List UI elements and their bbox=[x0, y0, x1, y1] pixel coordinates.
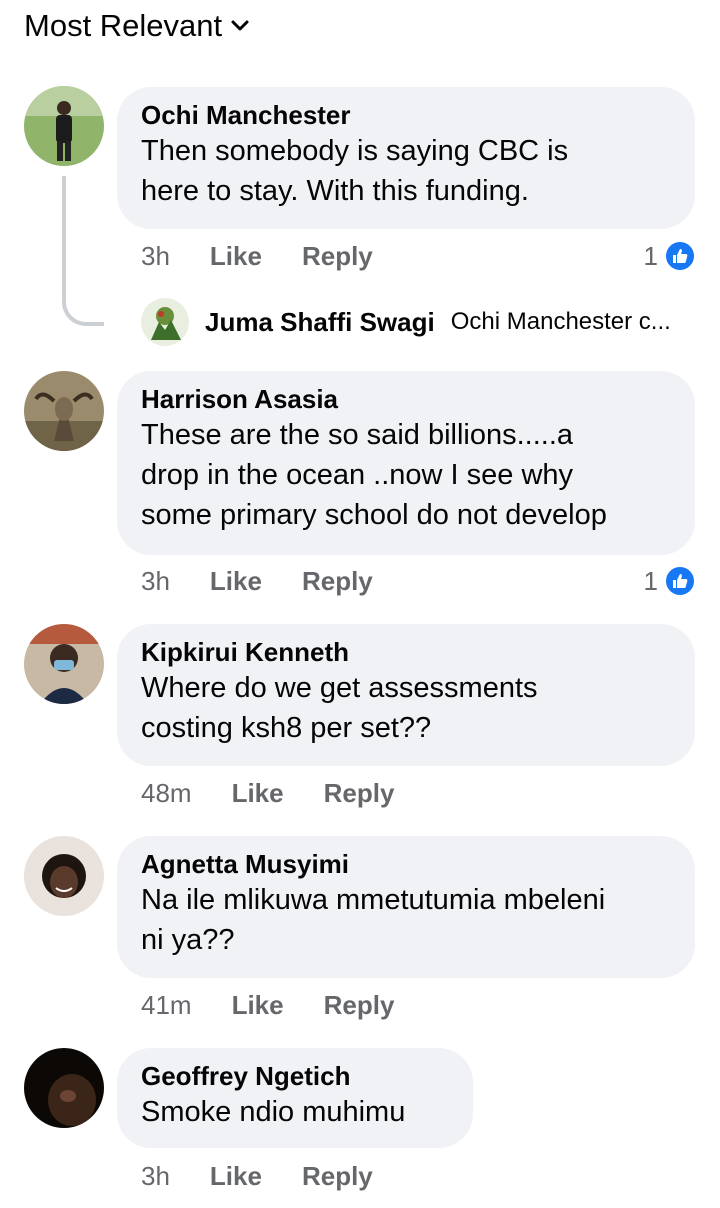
reply-button[interactable]: Reply bbox=[302, 1161, 373, 1192]
comment-bubble: Agnetta Musyimi Na ile mlikuwa mmetutumi… bbox=[117, 836, 695, 978]
comment-actions: 48m Like Reply bbox=[141, 778, 434, 809]
like-button[interactable]: Like bbox=[210, 566, 262, 597]
sort-dropdown[interactable]: Most Relevant bbox=[24, 8, 250, 44]
comment-author[interactable]: Geoffrey Ngetich bbox=[141, 1060, 449, 1092]
comment-actions: 41m Like Reply bbox=[141, 990, 434, 1021]
avatar[interactable] bbox=[24, 1048, 104, 1128]
avatar[interactable] bbox=[24, 86, 104, 166]
comment-text: Where do we get assessments costing ksh8… bbox=[141, 672, 538, 744]
avatar[interactable] bbox=[24, 836, 104, 916]
reply-button[interactable]: Reply bbox=[324, 778, 395, 809]
thumbs-up-icon bbox=[664, 240, 696, 272]
comment-text: Smoke ndio muhimu bbox=[141, 1096, 406, 1128]
comment-time: 3h bbox=[141, 241, 170, 271]
comment-time: 3h bbox=[141, 1161, 170, 1191]
avatar[interactable] bbox=[24, 371, 104, 451]
comment-time: 41m bbox=[141, 990, 192, 1020]
reply-button[interactable]: Reply bbox=[302, 241, 373, 272]
comment-actions: 3h Like Reply bbox=[141, 241, 413, 272]
reply-button[interactable]: Reply bbox=[302, 566, 373, 597]
reaction-count[interactable]: 1 bbox=[644, 565, 696, 597]
thread-connector bbox=[62, 176, 104, 326]
reply-author: Juma Shaffi Swagi bbox=[205, 306, 435, 337]
like-button[interactable]: Like bbox=[210, 1161, 262, 1192]
comment-text: These are the so said billions.....a dro… bbox=[141, 419, 607, 531]
reaction-number: 1 bbox=[643, 565, 658, 596]
comment-actions: 3h Like Reply bbox=[141, 566, 413, 597]
comment-author[interactable]: Kipkirui Kenneth bbox=[141, 636, 671, 668]
comment-time: 3h bbox=[141, 566, 170, 596]
thumbs-up-icon bbox=[664, 565, 696, 597]
comment-bubble: Ochi Manchester Then somebody is saying … bbox=[117, 87, 695, 229]
sort-label: Most Relevant bbox=[24, 8, 223, 43]
comment-author[interactable]: Agnetta Musyimi bbox=[141, 848, 671, 880]
comment-time: 48m bbox=[141, 778, 192, 808]
comment-bubble: Harrison Asasia These are the so said bi… bbox=[117, 371, 695, 555]
comment-author[interactable]: Ochi Manchester bbox=[141, 99, 671, 131]
comment-actions: 3h Like Reply bbox=[141, 1161, 413, 1192]
reply-preview-text: Ochi Manchester c... bbox=[450, 308, 671, 335]
like-button[interactable]: Like bbox=[232, 990, 284, 1021]
reply-avatar bbox=[141, 298, 189, 346]
comment-bubble: Geoffrey Ngetich Smoke ndio muhimu bbox=[117, 1048, 473, 1148]
chevron-down-icon bbox=[231, 20, 249, 31]
reaction-count[interactable]: 1 bbox=[644, 240, 696, 272]
avatar[interactable] bbox=[24, 624, 104, 704]
reply-button[interactable]: Reply bbox=[324, 990, 395, 1021]
reaction-number: 1 bbox=[643, 240, 658, 271]
comment-text: Then somebody is saying CBC is here to s… bbox=[141, 135, 569, 207]
comment-author[interactable]: Harrison Asasia bbox=[141, 383, 671, 415]
like-button[interactable]: Like bbox=[232, 778, 284, 809]
comment-bubble: Kipkirui Kenneth Where do we get assessm… bbox=[117, 624, 695, 766]
like-button[interactable]: Like bbox=[210, 241, 262, 272]
comment-text: Na ile mlikuwa mmetutumia mbeleni ni ya?… bbox=[141, 884, 606, 956]
reply-preview[interactable]: Juma Shaffi Swagi Ochi Manchester c... bbox=[141, 298, 671, 346]
